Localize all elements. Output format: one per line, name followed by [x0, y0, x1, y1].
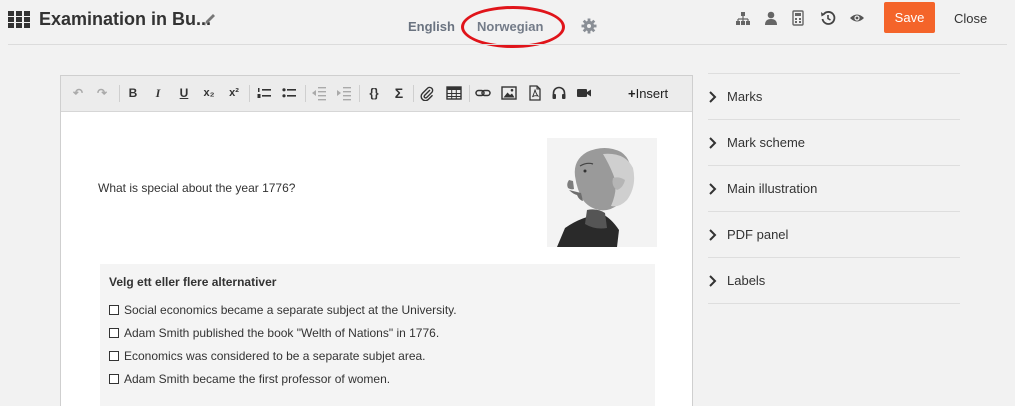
superscript-button[interactable]: x²	[226, 85, 242, 101]
toolbar-divider	[305, 85, 306, 102]
toolbar-divider	[413, 85, 414, 102]
side-item-main-illustration[interactable]: Main illustration	[708, 166, 960, 212]
editor-toolbar: ↶ ↷ B I U x₂ x² {} Σ +Insert	[61, 76, 692, 112]
code-button[interactable]: {}	[366, 85, 382, 101]
adam-smith-portrait[interactable]	[547, 138, 657, 247]
indent-icon[interactable]	[336, 85, 352, 101]
answer-option-label: Adam Smith became the first professor of…	[124, 372, 391, 386]
bold-button[interactable]: B	[125, 85, 141, 101]
outdent-icon[interactable]	[311, 85, 327, 101]
user-icon[interactable]	[763, 10, 779, 26]
checkbox[interactable]	[109, 351, 119, 361]
plus-icon: +	[628, 86, 636, 101]
underline-button[interactable]: U	[176, 85, 192, 101]
answer-option-label: Economics was considered to be a separat…	[124, 349, 426, 363]
grid-menu-icon[interactable]	[8, 11, 30, 29]
audio-icon[interactable]	[551, 85, 567, 101]
toolbar-divider	[119, 85, 120, 102]
save-button[interactable]: Save	[884, 2, 935, 33]
chevron-right-icon	[709, 274, 717, 287]
ordered-list-icon[interactable]	[256, 85, 272, 101]
checkbox[interactable]	[109, 305, 119, 315]
close-button[interactable]: Close	[954, 11, 987, 26]
sitemap-icon[interactable]	[735, 10, 751, 26]
toolbar-divider	[249, 85, 250, 102]
side-item-label: Labels	[727, 273, 766, 288]
gear-icon[interactable]	[581, 18, 597, 34]
question-editor: ↶ ↷ B I U x₂ x² {} Σ +Insert What is spe…	[60, 75, 693, 406]
answer-option-label: Social economics became a separate subje…	[124, 303, 457, 317]
insert-button[interactable]: +Insert	[628, 86, 668, 101]
language-english-tab[interactable]: English	[408, 19, 455, 34]
answer-option[interactable]: Economics was considered to be a separat…	[109, 349, 426, 363]
chevron-right-icon	[709, 136, 717, 149]
side-item-label: Marks	[727, 89, 763, 104]
side-item-label: Main illustration	[727, 181, 818, 196]
insert-button-label: Insert	[635, 86, 669, 101]
redo-icon[interactable]: ↷	[94, 85, 110, 101]
formula-button[interactable]: Σ	[391, 85, 407, 101]
unordered-list-icon[interactable]	[281, 85, 297, 101]
side-item-pdf-panel[interactable]: PDF panel	[708, 212, 960, 258]
chevron-right-icon	[709, 90, 717, 103]
italic-button[interactable]: I	[150, 85, 166, 101]
checkbox[interactable]	[109, 328, 119, 338]
side-item-label: Mark scheme	[727, 135, 806, 150]
answer-options-box: Velg ett eller flere alternativer Social…	[100, 264, 655, 406]
link-icon[interactable]	[475, 85, 491, 101]
top-bar: Examination in Bu... English Norwegian S…	[0, 0, 1015, 48]
side-item-mark-scheme[interactable]: Mark scheme	[708, 120, 960, 166]
toolbar-divider	[469, 85, 470, 102]
side-item-label: PDF panel	[727, 227, 789, 242]
attachment-icon[interactable]	[419, 85, 435, 101]
side-item-labels[interactable]: Labels	[708, 258, 960, 304]
undo-icon[interactable]: ↶	[70, 85, 86, 101]
history-icon[interactable]	[820, 10, 836, 26]
video-icon[interactable]	[576, 85, 592, 101]
question-text[interactable]: What is special about the year 1776?	[98, 181, 295, 195]
subscript-button[interactable]: x₂	[201, 85, 217, 101]
chevron-right-icon	[709, 182, 717, 195]
side-panel: Marks Mark scheme Main illustration PDF …	[708, 73, 960, 304]
answer-option-label: Adam Smith published the book "Welth of …	[124, 326, 440, 340]
chevron-right-icon	[709, 228, 717, 241]
answer-option[interactable]: Adam Smith became the first professor of…	[109, 372, 390, 386]
highlight-ring	[461, 6, 565, 48]
checkbox[interactable]	[109, 374, 119, 384]
eye-icon[interactable]	[849, 10, 865, 26]
toolbar-divider	[359, 85, 360, 102]
answer-instruction: Velg ett eller flere alternativer	[109, 275, 277, 289]
pencil-icon[interactable]	[203, 11, 217, 27]
answer-option[interactable]: Social economics became a separate subje…	[109, 303, 457, 317]
answer-option[interactable]: Adam Smith published the book "Welth of …	[109, 326, 439, 340]
header-divider	[8, 44, 1007, 45]
table-icon[interactable]	[446, 85, 462, 101]
side-item-marks[interactable]: Marks	[708, 74, 960, 120]
document-title[interactable]: Examination in Bu...	[39, 9, 211, 30]
pdf-icon[interactable]	[527, 85, 543, 101]
calculator-icon[interactable]	[790, 10, 806, 26]
image-icon[interactable]	[501, 85, 517, 101]
